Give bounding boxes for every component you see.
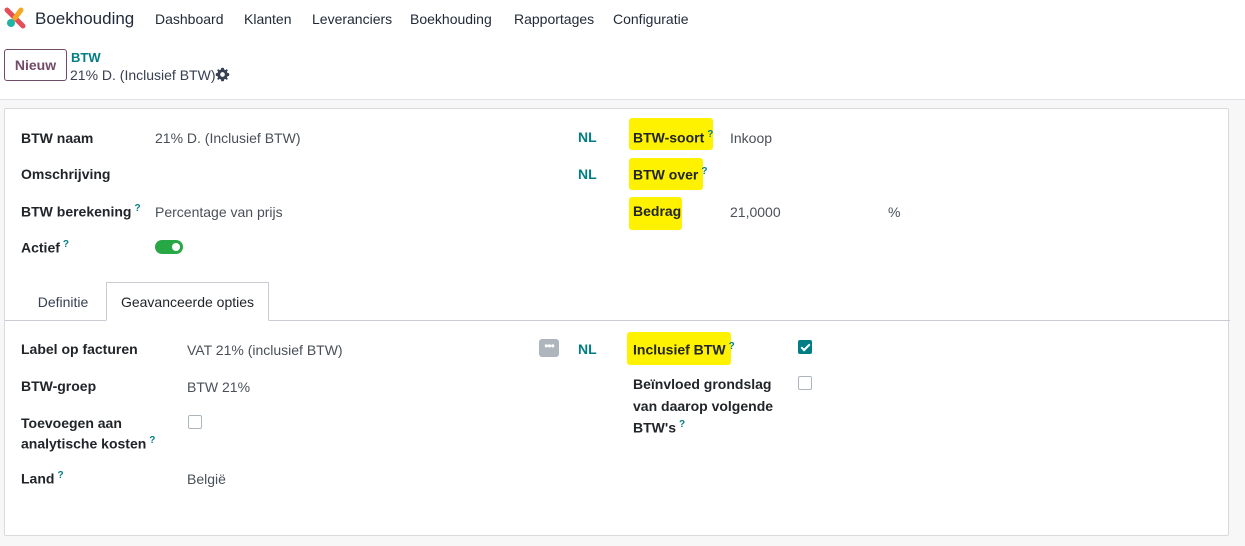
description-label: Omschrijving xyxy=(21,166,111,182)
lang-badge-name[interactable]: NL xyxy=(578,129,597,145)
tax-type-select[interactable]: Inkoop xyxy=(730,130,772,146)
amount-label: Bedrag xyxy=(633,203,682,219)
tab-geavanceerde-opties[interactable]: Geavanceerde opties xyxy=(106,282,269,321)
affect-base-label-line3: BTW's? xyxy=(633,419,686,436)
breadcrumb-current: 21% D. (Inclusief BTW) xyxy=(70,67,216,83)
tax-scope-select[interactable] xyxy=(730,166,1030,184)
app-name[interactable]: Boekhouding xyxy=(35,9,134,29)
nav-klanten[interactable]: Klanten xyxy=(244,11,291,27)
nav-boekhouding[interactable]: Boekhouding xyxy=(410,11,492,27)
country-label: Land? xyxy=(21,470,64,487)
nav-dashboard[interactable]: Dashboard xyxy=(155,11,224,27)
more-options-icon[interactable]: ••• xyxy=(539,339,559,357)
new-button[interactable]: Nieuw xyxy=(4,49,67,81)
help-icon[interactable]: ? xyxy=(57,470,63,481)
amount-unit: % xyxy=(888,204,901,220)
tax-group-label: BTW-groep xyxy=(21,378,97,394)
analytic-label-line1: Toevoegen aan xyxy=(21,415,122,431)
nav-configuratie[interactable]: Configuratie xyxy=(613,11,689,27)
gear-icon[interactable] xyxy=(215,67,230,82)
affect-base-label-line2: van daarop volgende xyxy=(633,398,774,414)
tax-name-label: BTW naam xyxy=(21,130,94,146)
accounting-app-icon[interactable] xyxy=(4,7,26,29)
form-sheet: BTW naam 21% D. (Inclusief BTW) Omschrij… xyxy=(4,108,1230,536)
help-icon[interactable]: ? xyxy=(707,129,713,140)
active-toggle[interactable] xyxy=(155,240,183,254)
top-navbar: Boekhouding Dashboard Klanten Leverancie… xyxy=(0,0,1245,38)
nav-leveranciers[interactable]: Leveranciers xyxy=(312,11,392,27)
help-icon[interactable]: ? xyxy=(729,341,735,352)
help-icon[interactable]: ? xyxy=(134,203,140,214)
tax-type-label: BTW-soort? xyxy=(633,129,714,146)
country-select[interactable]: België xyxy=(187,471,226,487)
analytic-checkbox[interactable] xyxy=(188,415,202,429)
analytic-label-line2: analytische kosten? xyxy=(21,435,156,452)
affect-base-label-line1: Beïnvloed grondslag xyxy=(633,376,772,392)
price-include-label: Inclusief BTW? xyxy=(633,341,735,358)
help-icon[interactable]: ? xyxy=(149,435,155,446)
invoice-label-label: Label op facturen xyxy=(21,341,138,357)
tax-group-select[interactable]: BTW 21% xyxy=(187,379,250,395)
nav-rapportages[interactable]: Rapportages xyxy=(514,11,594,27)
lang-badge-description[interactable]: NL xyxy=(578,166,597,182)
tax-name-field[interactable]: 21% D. (Inclusief BTW) xyxy=(155,130,300,146)
description-field[interactable] xyxy=(155,166,555,184)
tax-computation-label: BTW berekening? xyxy=(21,203,141,220)
help-icon[interactable]: ? xyxy=(701,166,707,177)
breadcrumb-parent[interactable]: BTW xyxy=(71,50,101,65)
control-panel: Nieuw BTW 21% D. (Inclusief BTW) xyxy=(0,38,1245,100)
tab-definitie[interactable]: Definitie xyxy=(20,282,106,321)
tax-computation-select[interactable]: Percentage van prijs xyxy=(155,204,283,220)
amount-field[interactable]: 21,0000 xyxy=(730,204,781,220)
affect-base-checkbox[interactable] xyxy=(798,376,812,390)
tax-scope-label: BTW over? xyxy=(633,166,708,183)
active-label: Actief? xyxy=(21,239,70,256)
help-icon[interactable]: ? xyxy=(63,239,69,250)
price-include-checkbox[interactable] xyxy=(798,340,812,354)
lang-badge-invoice-label[interactable]: NL xyxy=(578,341,597,357)
help-icon[interactable]: ? xyxy=(679,419,685,430)
invoice-label-field[interactable]: VAT 21% (inclusief BTW) xyxy=(187,342,343,358)
